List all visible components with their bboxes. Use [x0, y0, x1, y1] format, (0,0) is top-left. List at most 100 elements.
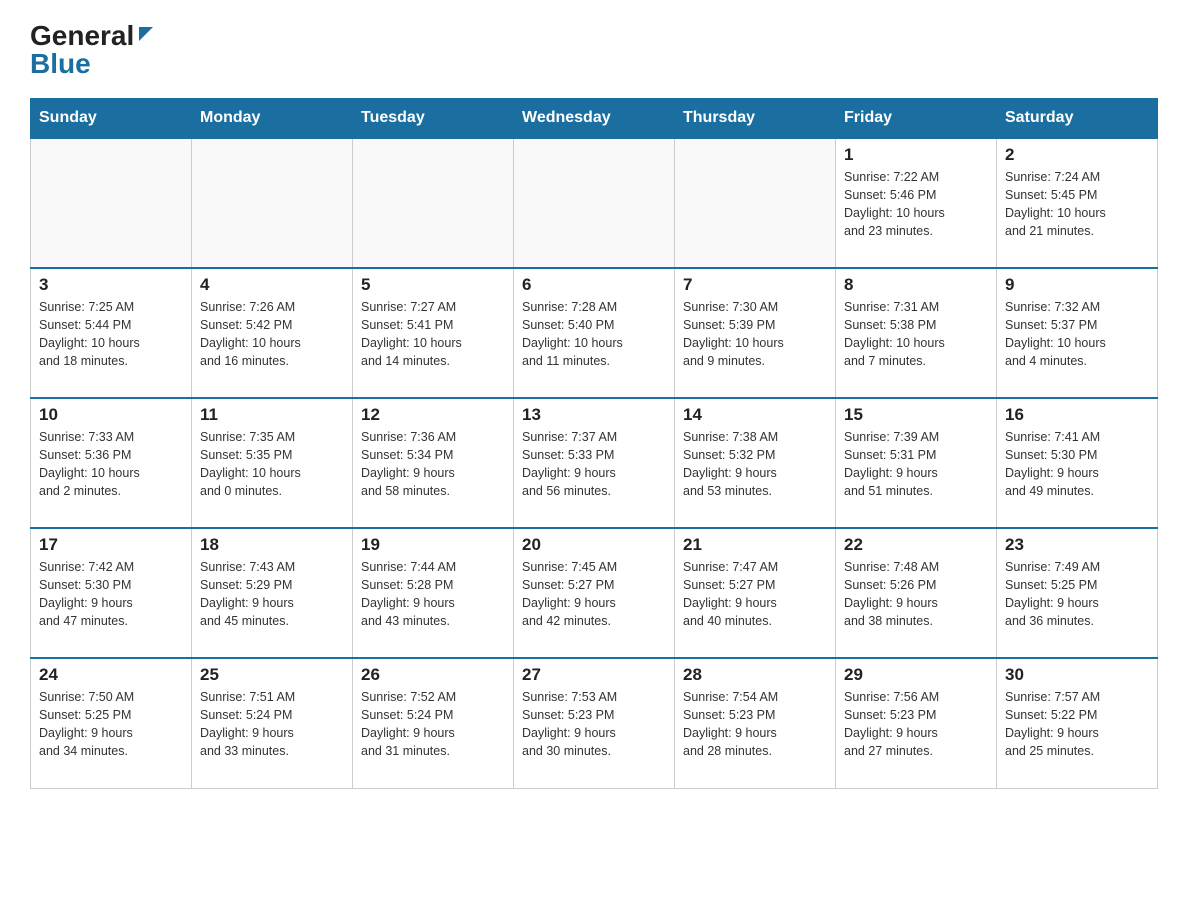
- calendar-cell: 30 Sunrise: 7:57 AM Sunset: 5:22 PM Dayli…: [997, 658, 1158, 788]
- day-number: 22: [844, 535, 988, 555]
- day-info: Sunrise: 7:27 AM Sunset: 5:41 PM Dayligh…: [361, 298, 505, 371]
- calendar-cell: 21Sunrise: 7:47 AM Sunset: 5:27 PM Dayli…: [675, 528, 836, 658]
- calendar-week-1: 1 Sunrise: 7:22 AM Sunset: 5:46 PM Daylig…: [31, 138, 1158, 268]
- calendar-header-tuesday: Tuesday: [353, 99, 514, 139]
- day-number: 29: [844, 665, 988, 685]
- calendar-cell: 4 Sunrise: 7:26 AM Sunset: 5:42 PM Daylig…: [192, 268, 353, 398]
- calendar-cell: 13 Sunrise: 7:37 AM Sunset: 5:33 PM Dayli…: [514, 398, 675, 528]
- calendar-cell: 14Sunrise: 7:38 AM Sunset: 5:32 PM Dayli…: [675, 398, 836, 528]
- day-info: Sunrise: 7:54 AM Sunset: 5:23 PM Dayligh…: [683, 688, 827, 761]
- calendar-cell: [31, 138, 192, 268]
- day-number: 19: [361, 535, 505, 555]
- day-info: Sunrise: 7:26 AM Sunset: 5:42 PM Dayligh…: [200, 298, 344, 371]
- day-info: Sunrise: 7:52 AM Sunset: 5:24 PM Dayligh…: [361, 688, 505, 761]
- day-info: Sunrise: 7:56 AM Sunset: 5:23 PM Dayligh…: [844, 688, 988, 761]
- day-info: Sunrise: 7:50 AM Sunset: 5:25 PM Dayligh…: [39, 688, 183, 761]
- day-number: 9: [1005, 275, 1149, 295]
- calendar-header-friday: Friday: [836, 99, 997, 139]
- day-number: 23: [1005, 535, 1149, 555]
- day-number: 11: [200, 405, 344, 425]
- calendar-cell: 18 Sunrise: 7:43 AM Sunset: 5:29 PM Dayli…: [192, 528, 353, 658]
- page-header: General Blue: [30, 20, 1158, 80]
- day-info: Sunrise: 7:33 AM Sunset: 5:36 PM Dayligh…: [39, 428, 183, 501]
- calendar-header-saturday: Saturday: [997, 99, 1158, 139]
- day-number: 27: [522, 665, 666, 685]
- calendar-cell: [192, 138, 353, 268]
- day-number: 4: [200, 275, 344, 295]
- calendar-cell: 29 Sunrise: 7:56 AM Sunset: 5:23 PM Dayli…: [836, 658, 997, 788]
- calendar-cell: 22Sunrise: 7:48 AM Sunset: 5:26 PM Dayli…: [836, 528, 997, 658]
- day-number: 16: [1005, 405, 1149, 425]
- day-info: Sunrise: 7:25 AM Sunset: 5:44 PM Dayligh…: [39, 298, 183, 371]
- calendar-cell: 20 Sunrise: 7:45 AM Sunset: 5:27 PM Dayli…: [514, 528, 675, 658]
- calendar-cell: 5 Sunrise: 7:27 AM Sunset: 5:41 PM Daylig…: [353, 268, 514, 398]
- calendar-cell: [675, 138, 836, 268]
- day-info: Sunrise: 7:30 AM Sunset: 5:39 PM Dayligh…: [683, 298, 827, 371]
- day-number: 20: [522, 535, 666, 555]
- day-number: 13: [522, 405, 666, 425]
- calendar-week-5: 24 Sunrise: 7:50 AM Sunset: 5:25 PM Dayli…: [31, 658, 1158, 788]
- day-info: Sunrise: 7:39 AM Sunset: 5:31 PM Dayligh…: [844, 428, 988, 501]
- calendar-header-sunday: Sunday: [31, 99, 192, 139]
- day-number: 15: [844, 405, 988, 425]
- day-info: Sunrise: 7:36 AM Sunset: 5:34 PM Dayligh…: [361, 428, 505, 501]
- day-info: Sunrise: 7:35 AM Sunset: 5:35 PM Dayligh…: [200, 428, 344, 501]
- day-number: 5: [361, 275, 505, 295]
- calendar-cell: 26 Sunrise: 7:52 AM Sunset: 5:24 PM Dayli…: [353, 658, 514, 788]
- calendar-cell: 12Sunrise: 7:36 AM Sunset: 5:34 PM Dayli…: [353, 398, 514, 528]
- calendar-week-3: 10 Sunrise: 7:33 AM Sunset: 5:36 PM Dayli…: [31, 398, 1158, 528]
- day-number: 25: [200, 665, 344, 685]
- day-number: 7: [683, 275, 827, 295]
- day-number: 1: [844, 145, 988, 165]
- calendar-header-row: SundayMondayTuesdayWednesdayThursdayFrid…: [31, 99, 1158, 139]
- day-info: Sunrise: 7:53 AM Sunset: 5:23 PM Dayligh…: [522, 688, 666, 761]
- calendar-week-4: 17Sunrise: 7:42 AM Sunset: 5:30 PM Dayli…: [31, 528, 1158, 658]
- day-number: 18: [200, 535, 344, 555]
- calendar-cell: 19Sunrise: 7:44 AM Sunset: 5:28 PM Dayli…: [353, 528, 514, 658]
- day-number: 26: [361, 665, 505, 685]
- calendar-week-2: 3 Sunrise: 7:25 AM Sunset: 5:44 PM Daylig…: [31, 268, 1158, 398]
- day-info: Sunrise: 7:49 AM Sunset: 5:25 PM Dayligh…: [1005, 558, 1149, 631]
- day-number: 14: [683, 405, 827, 425]
- day-number: 24: [39, 665, 183, 685]
- calendar-table: SundayMondayTuesdayWednesdayThursdayFrid…: [30, 98, 1158, 789]
- calendar-cell: 9 Sunrise: 7:32 AM Sunset: 5:37 PM Daylig…: [997, 268, 1158, 398]
- day-number: 17: [39, 535, 183, 555]
- logo-blue: Blue: [30, 48, 91, 80]
- calendar-cell: 25 Sunrise: 7:51 AM Sunset: 5:24 PM Dayli…: [192, 658, 353, 788]
- day-number: 2: [1005, 145, 1149, 165]
- day-info: Sunrise: 7:43 AM Sunset: 5:29 PM Dayligh…: [200, 558, 344, 631]
- calendar-cell: 11 Sunrise: 7:35 AM Sunset: 5:35 PM Dayli…: [192, 398, 353, 528]
- calendar-cell: 17Sunrise: 7:42 AM Sunset: 5:30 PM Dayli…: [31, 528, 192, 658]
- day-info: Sunrise: 7:31 AM Sunset: 5:38 PM Dayligh…: [844, 298, 988, 371]
- day-info: Sunrise: 7:37 AM Sunset: 5:33 PM Dayligh…: [522, 428, 666, 501]
- day-info: Sunrise: 7:41 AM Sunset: 5:30 PM Dayligh…: [1005, 428, 1149, 501]
- day-number: 8: [844, 275, 988, 295]
- calendar-header-monday: Monday: [192, 99, 353, 139]
- day-info: Sunrise: 7:22 AM Sunset: 5:46 PM Dayligh…: [844, 168, 988, 241]
- day-number: 3: [39, 275, 183, 295]
- day-info: Sunrise: 7:45 AM Sunset: 5:27 PM Dayligh…: [522, 558, 666, 631]
- calendar-cell: [353, 138, 514, 268]
- calendar-cell: 7 Sunrise: 7:30 AM Sunset: 5:39 PM Daylig…: [675, 268, 836, 398]
- day-info: Sunrise: 7:57 AM Sunset: 5:22 PM Dayligh…: [1005, 688, 1149, 761]
- day-number: 10: [39, 405, 183, 425]
- calendar-cell: 2 Sunrise: 7:24 AM Sunset: 5:45 PM Daylig…: [997, 138, 1158, 268]
- logo-arrow-icon: [135, 23, 157, 45]
- calendar-cell: 16 Sunrise: 7:41 AM Sunset: 5:30 PM Dayli…: [997, 398, 1158, 528]
- day-info: Sunrise: 7:28 AM Sunset: 5:40 PM Dayligh…: [522, 298, 666, 371]
- day-info: Sunrise: 7:51 AM Sunset: 5:24 PM Dayligh…: [200, 688, 344, 761]
- calendar-cell: 6Sunrise: 7:28 AM Sunset: 5:40 PM Daylig…: [514, 268, 675, 398]
- day-info: Sunrise: 7:32 AM Sunset: 5:37 PM Dayligh…: [1005, 298, 1149, 371]
- day-number: 28: [683, 665, 827, 685]
- logo: General Blue: [30, 20, 157, 80]
- calendar-cell: 3 Sunrise: 7:25 AM Sunset: 5:44 PM Daylig…: [31, 268, 192, 398]
- day-info: Sunrise: 7:24 AM Sunset: 5:45 PM Dayligh…: [1005, 168, 1149, 241]
- calendar-cell: 1 Sunrise: 7:22 AM Sunset: 5:46 PM Daylig…: [836, 138, 997, 268]
- day-number: 30: [1005, 665, 1149, 685]
- calendar-header-wednesday: Wednesday: [514, 99, 675, 139]
- calendar-cell: 27 Sunrise: 7:53 AM Sunset: 5:23 PM Dayli…: [514, 658, 675, 788]
- day-number: 21: [683, 535, 827, 555]
- calendar-cell: 15 Sunrise: 7:39 AM Sunset: 5:31 PM Dayli…: [836, 398, 997, 528]
- calendar-cell: 28 Sunrise: 7:54 AM Sunset: 5:23 PM Dayli…: [675, 658, 836, 788]
